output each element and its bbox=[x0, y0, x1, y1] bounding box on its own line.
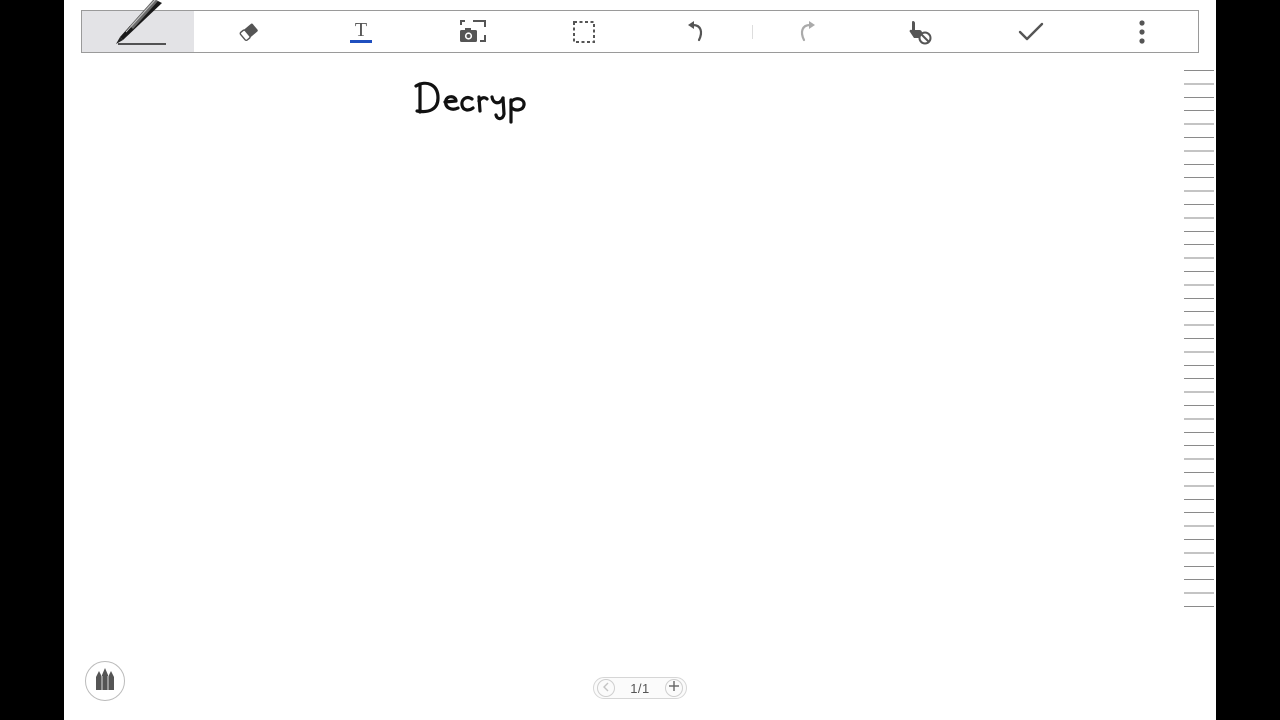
page-indicator: 1/1 bbox=[630, 680, 650, 696]
done-check-icon bbox=[1018, 22, 1044, 42]
pen-icon bbox=[82, 0, 198, 53]
screenshot-icon bbox=[459, 19, 487, 44]
redo-button[interactable] bbox=[752, 11, 864, 52]
pen-settings-button[interactable] bbox=[85, 661, 125, 701]
text-tool-button[interactable]: T bbox=[305, 11, 417, 52]
svg-text:T: T bbox=[355, 19, 367, 41]
page-scroll-rail[interactable] bbox=[1184, 70, 1214, 618]
done-button[interactable] bbox=[975, 11, 1087, 52]
handwritten-text bbox=[414, 81, 526, 124]
more-options-button[interactable] bbox=[1086, 11, 1198, 52]
redo-icon bbox=[796, 20, 818, 44]
selection-icon bbox=[572, 20, 596, 44]
pen-tool-button[interactable] bbox=[82, 0, 194, 52]
previous-page-button[interactable] bbox=[597, 679, 615, 697]
chevron-left-icon bbox=[602, 679, 610, 697]
touch-disable-icon bbox=[905, 18, 933, 46]
screenshot-tool-button[interactable] bbox=[417, 11, 529, 52]
pencils-icon bbox=[91, 665, 119, 698]
note-editor-screen: T 1/1 bbox=[64, 0, 1216, 720]
plus-icon bbox=[668, 679, 680, 697]
selection-tool-button[interactable] bbox=[528, 11, 640, 52]
add-page-button[interactable] bbox=[664, 679, 683, 697]
more-vertical-icon bbox=[1138, 19, 1146, 44]
undo-icon bbox=[685, 20, 707, 44]
touch-disable-button[interactable] bbox=[863, 11, 975, 52]
drawing-toolbar: T bbox=[81, 0, 1199, 53]
eraser-icon bbox=[237, 21, 261, 43]
drawing-canvas[interactable] bbox=[64, 52, 1184, 672]
text-icon: T bbox=[349, 19, 373, 45]
page-navigator: 1/1 bbox=[593, 677, 687, 699]
eraser-tool-button[interactable] bbox=[194, 11, 306, 52]
undo-button[interactable] bbox=[640, 11, 753, 52]
